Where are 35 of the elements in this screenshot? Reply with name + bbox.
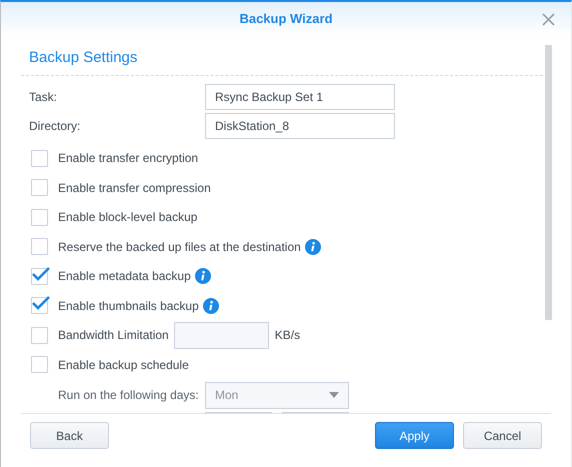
input-field[interactable]	[174, 322, 269, 349]
checkbox[interactable]	[31, 326, 48, 344]
dialog-button[interactable]: Cancel	[463, 422, 542, 449]
option-label: Enable metadata backup	[58, 268, 191, 286]
section-title: Backup Settings	[28, 48, 138, 68]
checkmark-icon	[32, 266, 50, 281]
checkbox[interactable]	[31, 268, 48, 285]
checkbox[interactable]	[31, 297, 48, 314]
input-field[interactable]: DiskStation_8	[205, 112, 395, 138]
dialog-button[interactable]: Back	[30, 422, 109, 449]
option-label: Enable block-level backup	[58, 209, 198, 226]
checkmark-icon	[32, 296, 50, 310]
checkbox[interactable]	[31, 179, 48, 196]
option-label: Bandwidth Limitation	[58, 327, 169, 344]
checkbox[interactable]	[31, 356, 48, 374]
checkbox[interactable]	[31, 208, 48, 226]
option-label: Enable transfer encryption	[58, 150, 198, 168]
checkbox[interactable]	[31, 150, 48, 167]
close-icon[interactable]	[542, 13, 555, 26]
info-icon[interactable]	[304, 238, 321, 255]
schedule-label: Run on the following days:	[58, 387, 200, 404]
input-field[interactable]: Rsync Backup Set 1	[205, 84, 395, 110]
window-title: Backup Wizard	[239, 10, 333, 28]
option-label: Reserve the backed up files at the destination	[58, 238, 301, 256]
checkbox[interactable]	[31, 238, 48, 256]
option-label: Enable backup schedule	[58, 356, 189, 374]
field-label: Directory:	[29, 118, 82, 134]
info-icon[interactable]	[194, 268, 211, 284]
option-label: Enable thumbnails backup	[58, 298, 199, 315]
option-label: Enable transfer compression	[58, 180, 211, 197]
info-icon[interactable]	[202, 298, 219, 314]
scrollbar[interactable]	[545, 45, 552, 320]
unit-label: KB/s	[274, 327, 300, 344]
field-label: Task:	[29, 88, 58, 106]
caret-icon	[329, 392, 339, 398]
